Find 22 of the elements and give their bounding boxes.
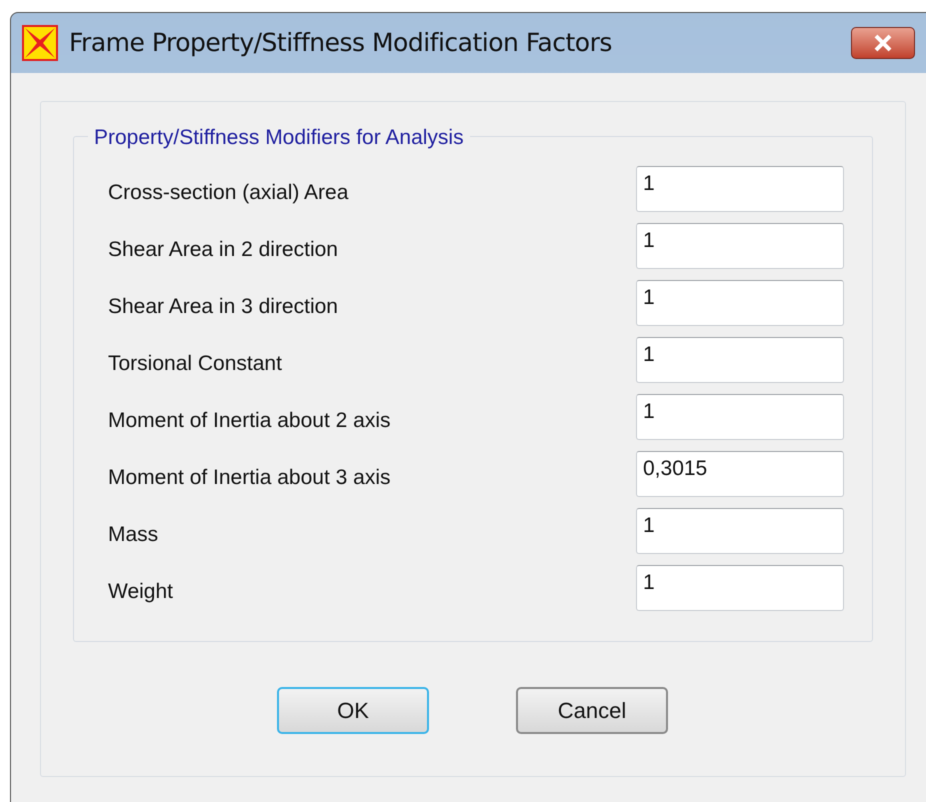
field-label: Moment of Inertia about 3 axis: [108, 465, 392, 492]
input-field[interactable]: 1: [636, 337, 844, 383]
input-field[interactable]: 0,3015: [636, 451, 844, 497]
field-label: Mass: [108, 522, 160, 548]
window-title: Frame Property/Stiffness Modification Factors: [69, 27, 612, 60]
field-label: Shear Area in 2 direction: [108, 237, 339, 264]
input-field[interactable]: 1: [636, 166, 844, 212]
dialog-button[interactable]: OK: [277, 687, 429, 734]
input-field[interactable]: 1: [636, 508, 844, 554]
field-label: Shear Area in 3 direction: [108, 294, 339, 320]
field-label: Cross-section (axial) Area: [108, 180, 350, 206]
field-label: Torsional Constant: [108, 351, 283, 378]
close-icon: [872, 34, 894, 52]
field-label: Weight: [108, 579, 174, 606]
input-field[interactable]: 1: [636, 394, 844, 440]
app-icon: [21, 24, 59, 62]
input-field[interactable]: 1: [636, 223, 844, 269]
input-field[interactable]: 1: [636, 565, 844, 611]
input-field[interactable]: 1: [636, 280, 844, 326]
field-label: Moment of Inertia about 2 axis: [108, 408, 392, 434]
close-button[interactable]: [851, 27, 915, 59]
dialog-button[interactable]: Cancel: [516, 687, 668, 734]
